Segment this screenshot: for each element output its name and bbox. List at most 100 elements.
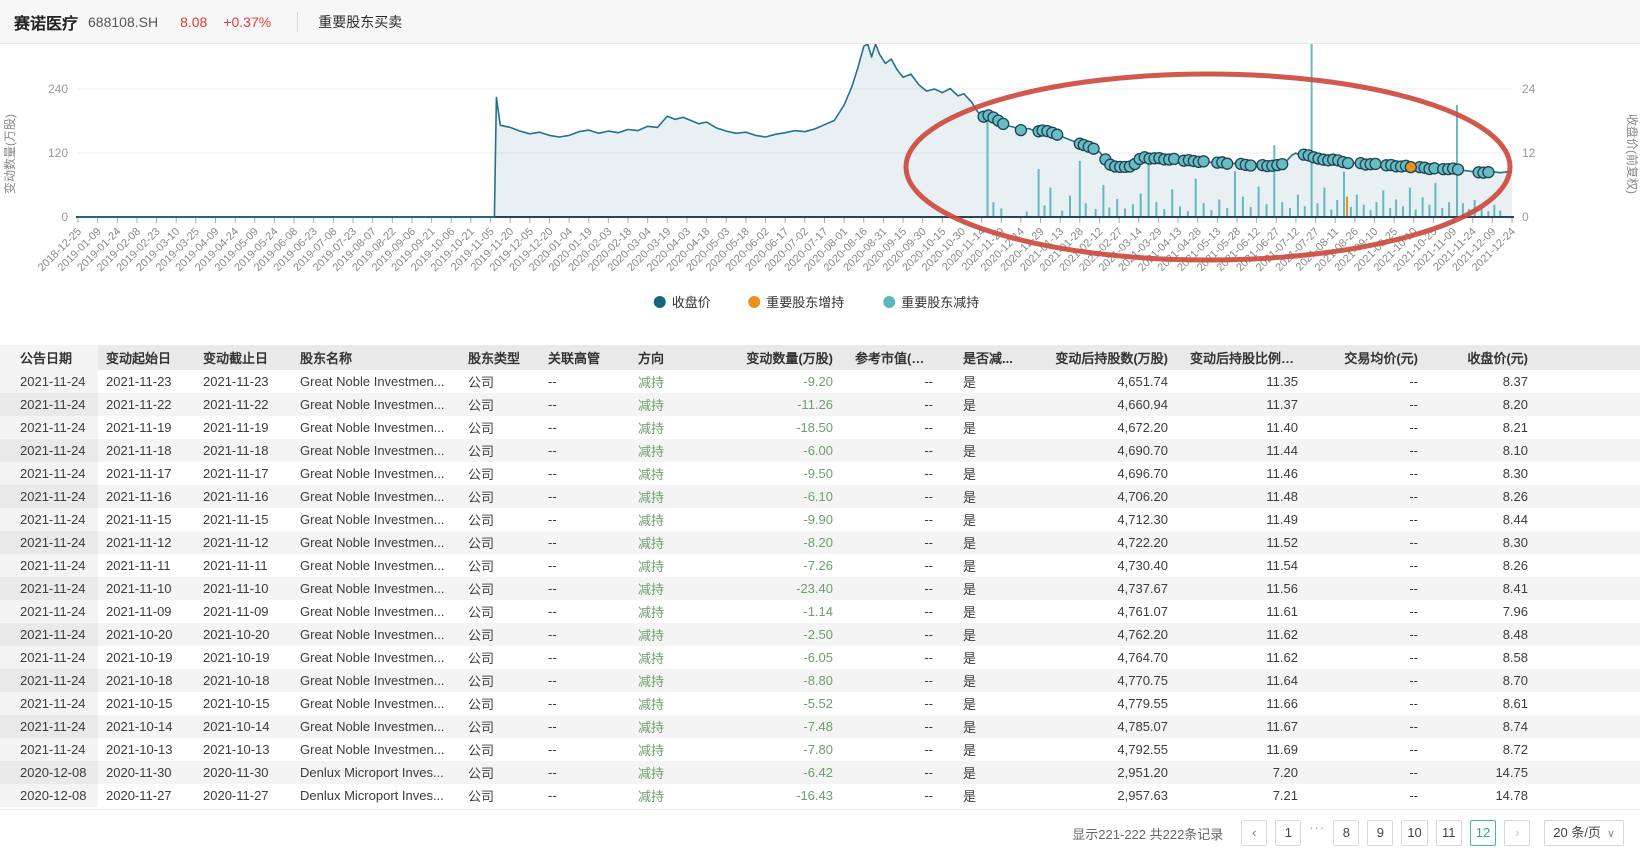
decrease-volume-bar bbox=[1266, 204, 1268, 217]
table-row[interactable]: 2020-12-082020-11-302020-11-30Denlux Mic… bbox=[0, 761, 1640, 784]
table-row[interactable]: 2021-11-242021-11-182021-11-18Great Nobl… bbox=[0, 439, 1640, 462]
cell: -- bbox=[540, 370, 630, 393]
spacer-cell bbox=[1550, 462, 1640, 485]
cell: Denlux Microport Inves... bbox=[292, 784, 460, 807]
page-size-select[interactable]: 20 条/页∨ bbox=[1544, 820, 1624, 846]
cell: 减持 bbox=[630, 508, 725, 531]
page-button-12[interactable]: 12 bbox=[1470, 820, 1496, 846]
decrease-volume-bar bbox=[1226, 208, 1228, 217]
cell: 减持 bbox=[630, 577, 725, 600]
table-header-row: 公告日期变动起始日变动截止日股东名称股东类型关联高管方向变动数量(万股)参考市值… bbox=[0, 345, 1640, 370]
next-page-button[interactable]: › bbox=[1504, 820, 1530, 846]
cell: -- bbox=[540, 508, 630, 531]
cell: 2021-11-24 bbox=[0, 485, 98, 508]
table-row[interactable]: 2021-11-242021-10-202021-10-20Great Nobl… bbox=[0, 623, 1640, 646]
decrease-volume-bar bbox=[1079, 161, 1081, 217]
cell: 11.52 bbox=[1190, 531, 1320, 554]
prev-page-button[interactable]: ‹ bbox=[1241, 820, 1267, 846]
cell: Great Noble Investmen... bbox=[292, 531, 460, 554]
cell: Great Noble Investmen... bbox=[292, 462, 460, 485]
table-row[interactable]: 2021-11-242021-11-092021-11-09Great Nobl… bbox=[0, 600, 1640, 623]
cell: 2021-11-24 bbox=[0, 370, 98, 393]
decrease-volume-bar bbox=[1203, 203, 1205, 217]
decrease-volume-bar bbox=[1102, 185, 1104, 217]
table-row[interactable]: 2021-11-242021-10-152021-10-15Great Nobl… bbox=[0, 692, 1640, 715]
decrease-volume-bar bbox=[1336, 200, 1338, 217]
decrease-volume-bar bbox=[1273, 145, 1275, 217]
decrease-volume-bar bbox=[1456, 105, 1458, 217]
legend-label: 重要股东增持 bbox=[766, 295, 844, 310]
cell: 4,762.20 bbox=[1040, 623, 1190, 646]
table-row[interactable]: 2020-12-082020-11-272020-11-27Denlux Mic… bbox=[0, 784, 1640, 807]
decrease-volume-bar bbox=[1281, 202, 1283, 217]
cell: 7.20 bbox=[1190, 761, 1320, 784]
table-row[interactable]: 2021-11-242021-11-102021-11-10Great Nobl… bbox=[0, 577, 1640, 600]
cell: 减持 bbox=[630, 370, 725, 393]
cell: 2021-11-24 bbox=[0, 692, 98, 715]
decrease-marker bbox=[1222, 158, 1233, 169]
decrease-volume-bar bbox=[992, 202, 994, 217]
table-row[interactable]: 2021-11-242021-10-192021-10-19Great Nobl… bbox=[0, 646, 1640, 669]
table-row[interactable]: 2021-11-242021-10-132021-10-13Great Nobl… bbox=[0, 738, 1640, 761]
table-row[interactable]: 2021-11-242021-11-122021-11-12Great Nobl… bbox=[0, 531, 1640, 554]
page-button-11[interactable]: 11 bbox=[1436, 820, 1462, 846]
cell: 是 bbox=[955, 623, 1040, 646]
decrease-volume-bar bbox=[1429, 205, 1431, 217]
cell: -23.40 bbox=[725, 577, 855, 600]
cell: -- bbox=[540, 738, 630, 761]
spacer-cell bbox=[1550, 784, 1640, 807]
cell: -6.42 bbox=[725, 761, 855, 784]
decrease-volume-bar bbox=[1095, 209, 1097, 217]
page-button-8[interactable]: 8 bbox=[1333, 820, 1359, 846]
cell: 是 bbox=[955, 531, 1040, 554]
decrease-volume-bar bbox=[1363, 205, 1365, 217]
cell: -- bbox=[540, 669, 630, 692]
cell: 2021-10-19 bbox=[195, 646, 292, 669]
page-button-9[interactable]: 9 bbox=[1367, 820, 1393, 846]
cell: 减持 bbox=[630, 646, 725, 669]
cell: 2021-11-16 bbox=[195, 485, 292, 508]
spacer-cell bbox=[1550, 715, 1640, 738]
cell: 减持 bbox=[630, 600, 725, 623]
page-button-1[interactable]: 1 bbox=[1275, 820, 1301, 846]
cell: 7.96 bbox=[1440, 600, 1550, 623]
cell: 2021-10-19 bbox=[98, 646, 195, 669]
cell: 公司 bbox=[460, 623, 540, 646]
cell: 2021-11-12 bbox=[98, 531, 195, 554]
table-row[interactable]: 2021-11-242021-11-222021-11-22Great Nobl… bbox=[0, 393, 1640, 416]
cell: -- bbox=[540, 623, 630, 646]
table-row[interactable]: 2021-11-242021-10-142021-10-14Great Nobl… bbox=[0, 715, 1640, 738]
cell: 2021-10-18 bbox=[195, 669, 292, 692]
page-button-10[interactable]: 10 bbox=[1401, 820, 1427, 846]
table-row[interactable]: 2021-11-242021-11-162021-11-16Great Nobl… bbox=[0, 485, 1640, 508]
cell: -8.80 bbox=[725, 669, 855, 692]
cell: 11.46 bbox=[1190, 462, 1320, 485]
tab-important-shareholder-trading[interactable]: 重要股东买卖 bbox=[318, 12, 402, 32]
decrease-volume-bar bbox=[1304, 206, 1306, 217]
cell: 减持 bbox=[630, 531, 725, 554]
cell: 14.75 bbox=[1440, 761, 1550, 784]
cell: 2021-11-11 bbox=[195, 554, 292, 577]
cell: -- bbox=[1320, 784, 1440, 807]
table-row[interactable]: 2021-11-242021-11-172021-11-17Great Nobl… bbox=[0, 462, 1640, 485]
legend-label: 重要股东减持 bbox=[901, 295, 979, 310]
cell: 4,660.94 bbox=[1040, 393, 1190, 416]
cell: 2020-11-27 bbox=[195, 784, 292, 807]
decrease-marker bbox=[998, 118, 1009, 129]
column-header: 股东名称 bbox=[292, 345, 460, 370]
column-header: 是否减... bbox=[955, 345, 1040, 370]
cell: 是 bbox=[955, 462, 1040, 485]
cell: 2,951.20 bbox=[1040, 761, 1190, 784]
table-row[interactable]: 2021-11-242021-11-232021-11-23Great Nobl… bbox=[0, 370, 1640, 393]
cell: Great Noble Investmen... bbox=[292, 485, 460, 508]
cell: 减持 bbox=[630, 761, 725, 784]
decrease-volume-bar bbox=[1395, 199, 1397, 217]
cell: -- bbox=[540, 531, 630, 554]
table-row[interactable]: 2021-11-242021-11-152021-11-15Great Nobl… bbox=[0, 508, 1640, 531]
cell: -- bbox=[540, 646, 630, 669]
cell: 是 bbox=[955, 761, 1040, 784]
divider bbox=[297, 12, 298, 32]
table-row[interactable]: 2021-11-242021-11-192021-11-19Great Nobl… bbox=[0, 416, 1640, 439]
table-row[interactable]: 2021-11-242021-10-182021-10-18Great Nobl… bbox=[0, 669, 1640, 692]
table-row[interactable]: 2021-11-242021-11-112021-11-11Great Nobl… bbox=[0, 554, 1640, 577]
